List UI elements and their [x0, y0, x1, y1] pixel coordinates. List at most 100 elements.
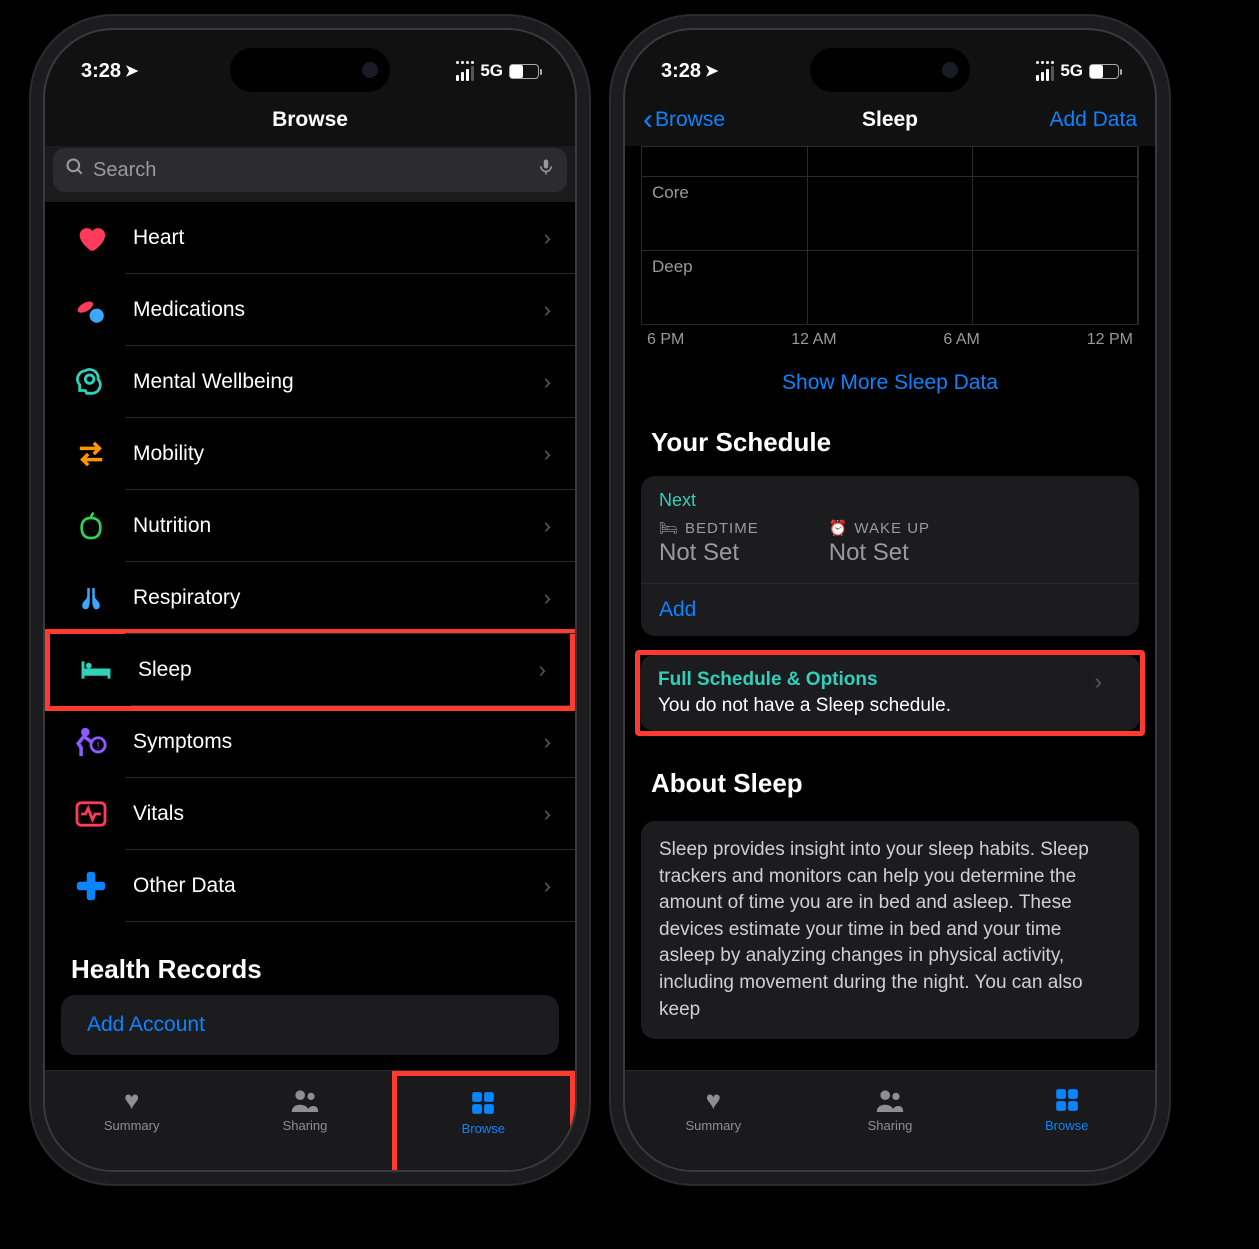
battery-icon: [509, 64, 539, 79]
tab-browse[interactable]: Browse: [392, 1071, 575, 1170]
category-symptoms[interactable]: ! Symptoms ›: [45, 706, 575, 778]
show-more-sleep-link[interactable]: Show More Sleep Data: [625, 349, 1155, 423]
category-vitals[interactable]: Vitals ›: [45, 778, 575, 850]
status-time: 3:28: [661, 60, 701, 83]
about-sleep-header: About Sleep: [625, 736, 1155, 809]
tab-browse[interactable]: Browse: [978, 1071, 1155, 1170]
wakeup-value: Not Set: [829, 539, 930, 567]
full-schedule-subtitle: You do not have a Sleep schedule.: [658, 695, 1122, 717]
about-sleep-body: Sleep provides insight into your sleep h…: [641, 821, 1139, 1039]
chevron-right-icon: ›: [544, 369, 551, 395]
phone-browse: 3:28 ➤ 5G Browse Search: [45, 30, 575, 1170]
tab-label: Browse: [462, 1121, 505, 1136]
tab-label: Sharing: [868, 1118, 913, 1133]
add-schedule-link[interactable]: Add: [659, 598, 1121, 622]
chart-row-deep: Deep: [642, 251, 1138, 325]
chevron-right-icon: ›: [544, 585, 551, 611]
health-records-header: Health Records: [45, 922, 575, 995]
chevron-right-icon: ›: [544, 873, 551, 899]
chevron-right-icon: ›: [544, 441, 551, 467]
category-label: Medications: [133, 298, 544, 322]
category-sleep[interactable]: Sleep ›: [50, 634, 570, 706]
category-label: Mental Wellbeing: [133, 370, 544, 394]
dynamic-island: [230, 48, 390, 92]
location-icon: ➤: [705, 61, 718, 81]
heart-icon: [71, 218, 111, 258]
category-label: Other Data: [133, 874, 544, 898]
lungs-icon: [71, 578, 111, 618]
tab-summary[interactable]: ♥ Summary: [625, 1071, 802, 1170]
brain-icon: [71, 362, 111, 402]
people-icon: [290, 1086, 320, 1114]
full-schedule-title: Full Schedule & Options: [658, 669, 1122, 691]
vitals-icon: [71, 794, 111, 834]
category-respiratory[interactable]: Respiratory ›: [45, 562, 575, 634]
chevron-left-icon: ‹: [643, 103, 653, 137]
tab-bar: ♥ Summary Sharing Browse: [45, 1070, 575, 1170]
category-label: Vitals: [133, 802, 544, 826]
mic-icon[interactable]: [537, 156, 555, 184]
nav-header: ‹ Browse Sleep Add Data: [625, 94, 1155, 146]
tab-summary[interactable]: ♥ Summary: [45, 1071, 218, 1170]
tab-label: Summary: [104, 1118, 160, 1133]
schedule-card: Next 🛏BEDTIME Not Set ⏰WAKE UP Not Set A…: [641, 476, 1139, 636]
category-label: Respiratory: [133, 586, 544, 610]
chevron-right-icon: ›: [544, 225, 551, 251]
back-button[interactable]: ‹ Browse: [643, 103, 725, 137]
chevron-right-icon: ›: [544, 801, 551, 827]
add-account-link[interactable]: Add Account: [61, 995, 559, 1055]
battery-icon: [1089, 64, 1119, 79]
tab-sharing[interactable]: Sharing: [218, 1071, 391, 1170]
category-label: Nutrition: [133, 514, 544, 538]
dynamic-island: [810, 48, 970, 92]
chevron-right-icon: ›: [544, 297, 551, 323]
signal-icon: [1036, 61, 1054, 81]
heart-fill-icon: ♥: [706, 1086, 721, 1114]
sleep-scroll[interactable]: Core Deep 6 PM 12 AM 6 AM 12 PM Show Mor…: [625, 146, 1155, 1070]
sleep-stage-chart: Core Deep: [641, 146, 1139, 325]
tab-label: Browse: [1045, 1118, 1088, 1133]
next-label: Next: [659, 490, 1121, 511]
svg-text:!: !: [97, 741, 100, 752]
category-label: Sleep: [138, 658, 539, 682]
back-label: Browse: [655, 108, 725, 132]
browse-list[interactable]: Heart › Medications › Mental Wellbeing ›…: [45, 202, 575, 1070]
bedtime-value: Not Set: [659, 539, 759, 567]
category-mental-wellbeing[interactable]: Mental Wellbeing ›: [45, 346, 575, 418]
signal-icon: [456, 61, 474, 81]
search-icon: [65, 157, 85, 183]
chart-time-axis: 6 PM 12 AM 6 AM 12 PM: [641, 331, 1139, 349]
category-other-data[interactable]: Other Data ›: [45, 850, 575, 922]
people-icon: [875, 1086, 905, 1114]
category-heart[interactable]: Heart ›: [45, 202, 575, 274]
status-time: 3:28: [81, 60, 121, 83]
chevron-right-icon: ›: [1095, 669, 1102, 695]
page-title: Browse: [45, 108, 575, 132]
full-schedule-button[interactable]: Full Schedule & Options You do not have …: [640, 655, 1140, 731]
alarm-small-icon: ⏰: [829, 519, 849, 537]
tab-bar: ♥ Summary Sharing Browse: [625, 1070, 1155, 1170]
search-placeholder: Search: [93, 159, 156, 182]
highlight-full-schedule: Full Schedule & Options You do not have …: [635, 650, 1145, 736]
phone-sleep: 3:28 ➤ 5G ‹ Browse Sleep Add Data Core D…: [625, 30, 1155, 1170]
search-input[interactable]: Search: [53, 148, 567, 192]
tab-label: Sharing: [283, 1118, 328, 1133]
apple-icon: [71, 506, 111, 546]
category-label: Heart: [133, 226, 544, 250]
bedtime-block: 🛏BEDTIME Not Set: [659, 519, 759, 567]
bed-icon: [76, 650, 116, 690]
category-medications[interactable]: Medications ›: [45, 274, 575, 346]
chart-row-core: Core: [642, 177, 1138, 251]
category-nutrition[interactable]: Nutrition ›: [45, 490, 575, 562]
network-label: 5G: [1060, 61, 1083, 81]
tab-sharing[interactable]: Sharing: [802, 1071, 979, 1170]
person-alert-icon: !: [71, 722, 111, 762]
category-mobility[interactable]: Mobility ›: [45, 418, 575, 490]
add-data-button[interactable]: Add Data: [1049, 108, 1137, 132]
arrows-icon: [71, 434, 111, 474]
category-label: Symptoms: [133, 730, 544, 754]
bed-small-icon: 🛏: [659, 519, 679, 537]
chevron-right-icon: ›: [544, 513, 551, 539]
pill-icon: [71, 290, 111, 330]
highlight-sleep: Sleep ›: [45, 629, 575, 711]
